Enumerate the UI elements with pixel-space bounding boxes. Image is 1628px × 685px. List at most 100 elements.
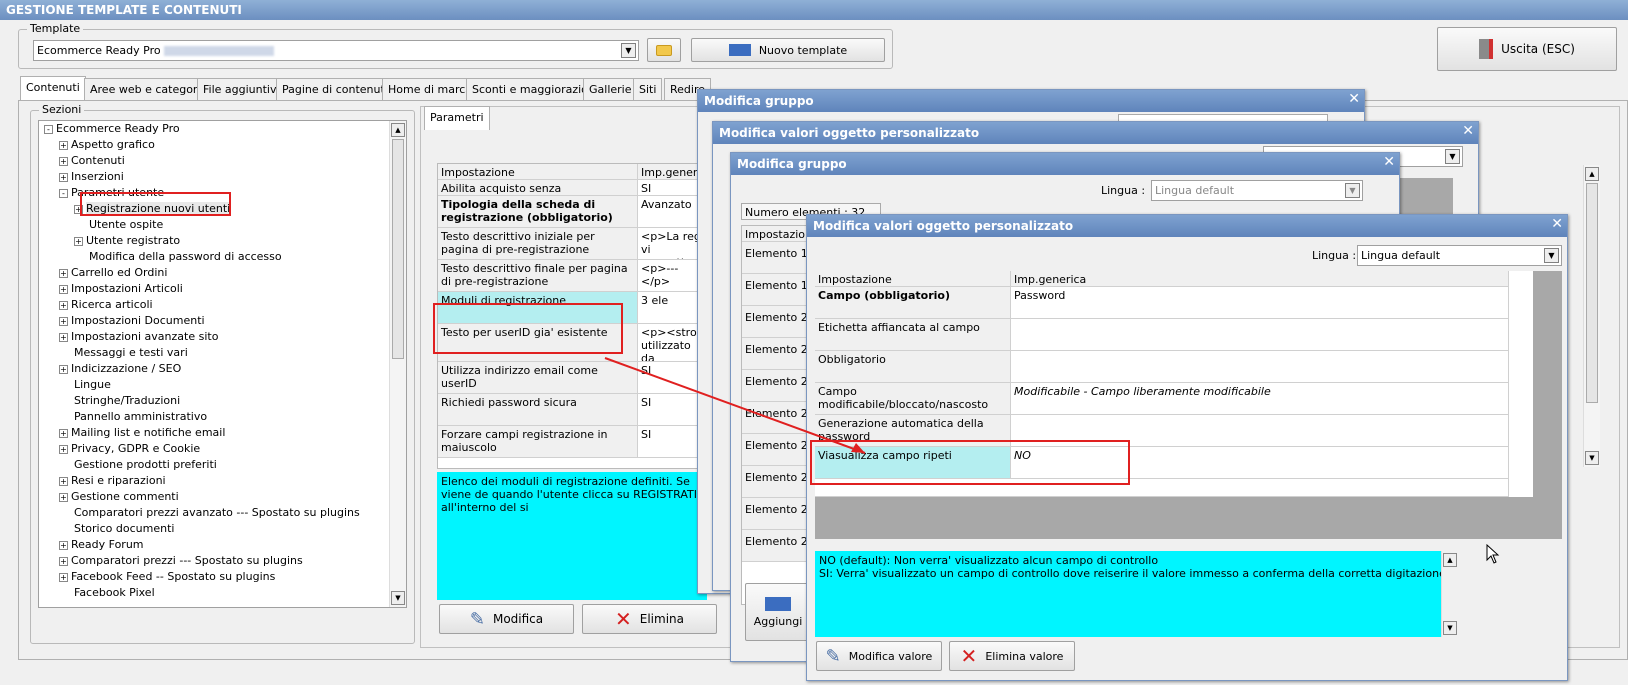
setting-name[interactable]: Testo descrittivo iniziale per pagina di… xyxy=(438,228,638,260)
tab-aree-web[interactable]: Aree web e categorie xyxy=(84,78,214,100)
tree-item[interactable]: Facebook Pixel xyxy=(59,585,155,601)
expand-icon[interactable]: + xyxy=(59,156,68,166)
expand-icon[interactable]: + xyxy=(59,428,68,438)
params-scrollbar[interactable]: ▲ ▼ xyxy=(1583,165,1600,467)
setting-name[interactable]: Forzare campi registrazione in maiuscolo xyxy=(438,426,638,458)
tree-item[interactable]: Gestione prodotti preferiti xyxy=(59,457,217,473)
tree-item[interactable]: - Ecommerce Ready Pro xyxy=(44,121,180,137)
setting-name[interactable]: Obbligatorio xyxy=(815,351,1011,383)
tree-item[interactable]: + Facebook Feed -- Spostato su plugins xyxy=(59,569,275,585)
collapse-icon[interactable]: - xyxy=(44,124,53,134)
scroll-up-icon[interactable]: ▲ xyxy=(1585,167,1599,181)
tree-item[interactable]: + Impostazioni Documenti xyxy=(59,313,205,329)
scroll-thumb[interactable] xyxy=(392,139,404,359)
expand-icon[interactable]: + xyxy=(59,492,68,502)
tree-item[interactable]: + Aspetto grafico xyxy=(59,137,155,153)
expand-icon[interactable]: + xyxy=(59,300,68,310)
tree-item[interactable]: Storico documenti xyxy=(59,521,174,537)
expand-icon[interactable]: + xyxy=(59,284,68,294)
tree-item[interactable]: + Ready Forum xyxy=(59,537,144,553)
modifica-valore-button[interactable]: ✎ Modifica valore xyxy=(816,641,942,671)
desc-scrollbar[interactable]: ▲ ▼ xyxy=(1441,551,1458,637)
tree-item[interactable]: + Ricerca articoli xyxy=(59,297,153,313)
tree-item[interactable]: Modifica della password di accesso xyxy=(74,249,282,265)
tree-item[interactable]: + Impostazioni avanzate sito xyxy=(59,329,218,345)
tree-item[interactable]: Utente ospite xyxy=(74,217,163,233)
scroll-up-icon[interactable]: ▲ xyxy=(1443,553,1457,567)
exit-button[interactable]: Uscita (ESC) xyxy=(1437,27,1617,71)
win3-lingua-select[interactable]: Lingua default ▼ xyxy=(1151,180,1363,201)
tree-item[interactable]: + Privacy, GDPR e Cookie xyxy=(59,441,200,457)
tree-item[interactable]: + Gestione commenti xyxy=(59,489,179,505)
tab-pagine-contenuti[interactable]: Pagine di contenuti xyxy=(276,78,394,100)
tab-file-aggiuntivi[interactable]: File aggiuntivi xyxy=(197,78,286,100)
tab-home-marca[interactable]: Home di marca xyxy=(382,78,479,100)
close-icon[interactable]: ✕ xyxy=(1462,123,1474,139)
setting-name[interactable]: Etichetta affiancata al campo xyxy=(815,319,1011,351)
win4-lingua-select[interactable]: Lingua default ▼ xyxy=(1357,245,1562,266)
chevron-down-icon[interactable]: ▼ xyxy=(1544,248,1559,263)
tree-item[interactable]: Pannello amministrativo xyxy=(59,409,207,425)
chevron-down-icon[interactable]: ▼ xyxy=(1345,183,1360,198)
setting-name[interactable]: Tipologia della scheda di registrazione … xyxy=(438,196,638,228)
chevron-down-icon[interactable]: ▼ xyxy=(1445,149,1460,164)
new-template-button[interactable]: Nuovo template xyxy=(691,38,885,62)
col-header[interactable]: Impostazione xyxy=(438,164,638,180)
setting-name[interactable]: Campo modificabile/bloccato/nascosto xyxy=(815,383,1011,415)
tree-item[interactable]: Stringhe/Traduzioni xyxy=(59,393,180,409)
tree-item[interactable]: + Comparatori prezzi --- Spostato su plug… xyxy=(59,553,303,569)
tree-item[interactable]: Messaggi e testi vari xyxy=(59,345,188,361)
close-icon[interactable]: ✕ xyxy=(1348,91,1360,107)
expand-icon[interactable]: + xyxy=(59,268,68,278)
aggiungi-button[interactable]: Aggiungi xyxy=(745,583,811,641)
expand-icon[interactable]: + xyxy=(59,540,68,550)
expand-icon[interactable]: + xyxy=(59,172,68,182)
expand-icon[interactable]: + xyxy=(59,476,68,486)
expand-icon[interactable]: + xyxy=(59,364,68,374)
open-folder-button[interactable] xyxy=(647,38,681,62)
tree-item[interactable]: Comparatori prezzi avanzato --- Spostato… xyxy=(59,505,360,521)
tree-item[interactable]: + Utente registrato xyxy=(74,233,180,249)
tree-item[interactable]: + Impostazioni Articoli xyxy=(59,281,183,297)
tree-item[interactable]: + Mailing list e notifiche email xyxy=(59,425,225,441)
tree-item[interactable]: + Resi e riparazioni xyxy=(59,473,166,489)
col-header[interactable]: Imp.generica xyxy=(1011,271,1509,287)
tab-gallerie[interactable]: Gallerie xyxy=(583,78,638,100)
close-icon[interactable]: ✕ xyxy=(1383,154,1395,170)
expand-icon[interactable]: + xyxy=(59,316,68,326)
tree-item[interactable]: + Contenuti xyxy=(59,153,125,169)
setting-value[interactable] xyxy=(1011,351,1509,383)
setting-name[interactable]: Testo descrittivo finale per pagina di p… xyxy=(438,260,638,292)
scroll-down-icon[interactable]: ▼ xyxy=(1585,451,1599,465)
modifica-button[interactable]: ✎ Modifica xyxy=(439,604,574,634)
expand-icon[interactable]: + xyxy=(59,444,68,454)
tab-parametri[interactable]: Parametri xyxy=(424,106,490,130)
collapse-icon[interactable]: - xyxy=(59,188,68,198)
scroll-thumb[interactable] xyxy=(1586,183,1598,403)
elimina-valore-button[interactable]: ✕ Elimina valore xyxy=(949,641,1075,671)
scroll-up-icon[interactable]: ▲ xyxy=(391,123,405,137)
expand-icon[interactable]: + xyxy=(59,556,68,566)
elimina-button[interactable]: ✕ Elimina xyxy=(582,604,717,634)
tree-item[interactable]: + Carrello ed Ordini xyxy=(59,265,167,281)
scroll-down-icon[interactable]: ▼ xyxy=(391,591,405,605)
setting-name[interactable]: Richiedi password sicura xyxy=(438,394,638,426)
scroll-down-icon[interactable]: ▼ xyxy=(1443,621,1457,635)
setting-value[interactable] xyxy=(1011,319,1509,351)
tree-item[interactable]: + Inserzioni xyxy=(59,169,124,185)
tree-item[interactable]: + Indicizzazione / SEO xyxy=(59,361,181,377)
close-icon[interactable]: ✕ xyxy=(1551,216,1563,232)
setting-value[interactable]: Modificabile - Campo liberamente modific… xyxy=(1011,383,1509,415)
col-header[interactable]: Impostazione xyxy=(815,271,1011,287)
setting-name[interactable]: Abilita acquisto senza registrazione xyxy=(438,180,638,196)
setting-name[interactable]: Campo (obbligatorio) xyxy=(815,287,1011,319)
expand-icon[interactable]: + xyxy=(59,140,68,150)
expand-icon[interactable]: + xyxy=(59,332,68,342)
chevron-down-icon[interactable]: ▼ xyxy=(621,43,636,58)
setting-name[interactable]: Utilizza indirizzo email come userID xyxy=(438,362,638,394)
tree-item[interactable]: Lingue xyxy=(59,377,111,393)
tree-scrollbar[interactable]: ▲ ▼ xyxy=(389,121,406,607)
setting-value[interactable]: Password xyxy=(1011,287,1509,319)
tab-siti[interactable]: Siti xyxy=(633,78,663,100)
expand-icon[interactable]: + xyxy=(59,572,68,582)
